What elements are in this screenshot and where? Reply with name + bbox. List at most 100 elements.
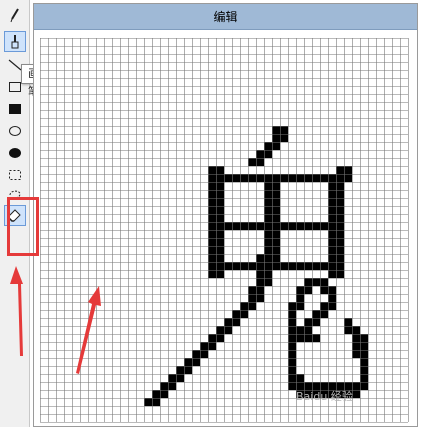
filled-pixel[interactable] <box>256 254 264 262</box>
filled-pixel[interactable] <box>336 222 344 230</box>
filled-pixel[interactable] <box>216 174 224 182</box>
filled-pixel[interactable] <box>304 278 312 286</box>
filled-pixel[interactable] <box>304 318 312 326</box>
filled-pixel[interactable] <box>272 174 280 182</box>
filled-pixel[interactable] <box>336 238 344 246</box>
filled-pixel[interactable] <box>272 134 280 142</box>
filled-pixel[interactable] <box>168 382 176 390</box>
filled-pixel[interactable] <box>208 174 216 182</box>
filled-pixel[interactable] <box>312 222 320 230</box>
filled-pixel[interactable] <box>352 382 360 390</box>
filled-pixel[interactable] <box>208 254 216 262</box>
filled-pixel[interactable] <box>288 326 296 334</box>
filled-pixel[interactable] <box>304 326 312 334</box>
filled-pixel[interactable] <box>280 222 288 230</box>
filled-pixel[interactable] <box>304 334 312 342</box>
filled-pixel[interactable] <box>216 166 224 174</box>
filled-pixel[interactable] <box>256 158 264 166</box>
filled-pixel[interactable] <box>344 166 352 174</box>
filled-pixel[interactable] <box>272 238 280 246</box>
filled-pixel[interactable] <box>296 326 304 334</box>
filled-pixel[interactable] <box>288 366 296 374</box>
filled-pixel[interactable] <box>304 174 312 182</box>
filled-pixel[interactable] <box>344 174 352 182</box>
filled-pixel[interactable] <box>352 390 360 398</box>
filled-pixel[interactable] <box>248 294 256 302</box>
filled-pixel[interactable] <box>208 166 216 174</box>
filled-pixel[interactable] <box>272 230 280 238</box>
filled-pixel[interactable] <box>288 374 296 382</box>
filled-pixel[interactable] <box>216 262 224 270</box>
filled-pixel[interactable] <box>328 302 336 310</box>
filled-pixel[interactable] <box>352 334 360 342</box>
filled-pixel[interactable] <box>224 262 232 270</box>
filled-pixel[interactable] <box>272 254 280 262</box>
filled-pixel[interactable] <box>328 190 336 198</box>
filled-pixel[interactable] <box>312 334 320 342</box>
filled-pixel[interactable] <box>216 270 224 278</box>
filled-pixel[interactable] <box>336 166 344 174</box>
lasso-tool[interactable] <box>4 184 26 205</box>
filled-pixel[interactable] <box>272 222 280 230</box>
filled-pixel[interactable] <box>224 318 232 326</box>
filled-pixel[interactable] <box>336 174 344 182</box>
filled-pixel[interactable] <box>216 238 224 246</box>
filled-pixel[interactable] <box>296 334 304 342</box>
filled-pixel[interactable] <box>216 182 224 190</box>
filled-pixel[interactable] <box>176 366 184 374</box>
filled-pixel[interactable] <box>360 350 368 358</box>
filled-pixel[interactable] <box>352 342 360 350</box>
filled-pixel[interactable] <box>184 366 192 374</box>
filled-pixel[interactable] <box>272 262 280 270</box>
filled-pixel[interactable] <box>344 318 352 326</box>
filled-pixel[interactable] <box>264 182 272 190</box>
filled-pixel[interactable] <box>288 262 296 270</box>
filled-pixel[interactable] <box>304 222 312 230</box>
filled-pixel[interactable] <box>288 342 296 350</box>
filled-pixel[interactable] <box>336 182 344 190</box>
filled-pixel[interactable] <box>288 358 296 366</box>
filled-pixel[interactable] <box>336 262 344 270</box>
filled-pixel[interactable] <box>352 350 360 358</box>
pencil-tool[interactable] <box>4 4 26 25</box>
filled-pixel[interactable] <box>248 174 256 182</box>
filled-pixel[interactable] <box>152 390 160 398</box>
filled-pixel[interactable] <box>304 286 312 294</box>
selection-tool[interactable] <box>4 164 26 185</box>
filled-pixel[interactable] <box>264 206 272 214</box>
filled-pixel[interactable] <box>208 206 216 214</box>
filled-pixel[interactable] <box>264 246 272 254</box>
filled-pixel[interactable] <box>296 222 304 230</box>
filled-pixel[interactable] <box>328 182 336 190</box>
filled-pixel[interactable] <box>232 310 240 318</box>
filled-pixel[interactable] <box>256 270 264 278</box>
filled-pixel[interactable] <box>336 198 344 206</box>
filled-pixel[interactable] <box>320 222 328 230</box>
filled-pixel[interactable] <box>200 350 208 358</box>
filled-pixel[interactable] <box>264 198 272 206</box>
filled-ellipse-tool[interactable] <box>4 142 26 163</box>
filled-pixel[interactable] <box>264 222 272 230</box>
filled-pixel[interactable] <box>328 238 336 246</box>
filled-pixel[interactable] <box>336 270 344 278</box>
filled-pixel[interactable] <box>208 230 216 238</box>
filled-pixel[interactable] <box>328 206 336 214</box>
filled-pixel[interactable] <box>248 262 256 270</box>
filled-pixel[interactable] <box>312 174 320 182</box>
filled-pixel[interactable] <box>264 142 272 150</box>
filled-pixel[interactable] <box>264 214 272 222</box>
filled-pixel[interactable] <box>360 358 368 366</box>
filled-pixel[interactable] <box>248 158 256 166</box>
filled-pixel[interactable] <box>288 302 296 310</box>
filled-pixel[interactable] <box>296 302 304 310</box>
filled-pixel[interactable] <box>288 382 296 390</box>
filled-pixel[interactable] <box>272 246 280 254</box>
filled-pixel[interactable] <box>248 302 256 310</box>
filled-pixel[interactable] <box>288 318 296 326</box>
filled-pixel[interactable] <box>152 398 160 406</box>
filled-pixel[interactable] <box>184 358 192 366</box>
filled-pixel[interactable] <box>240 222 248 230</box>
filled-pixel[interactable] <box>240 262 248 270</box>
filled-pixel[interactable] <box>328 286 336 294</box>
filled-pixel[interactable] <box>208 246 216 254</box>
